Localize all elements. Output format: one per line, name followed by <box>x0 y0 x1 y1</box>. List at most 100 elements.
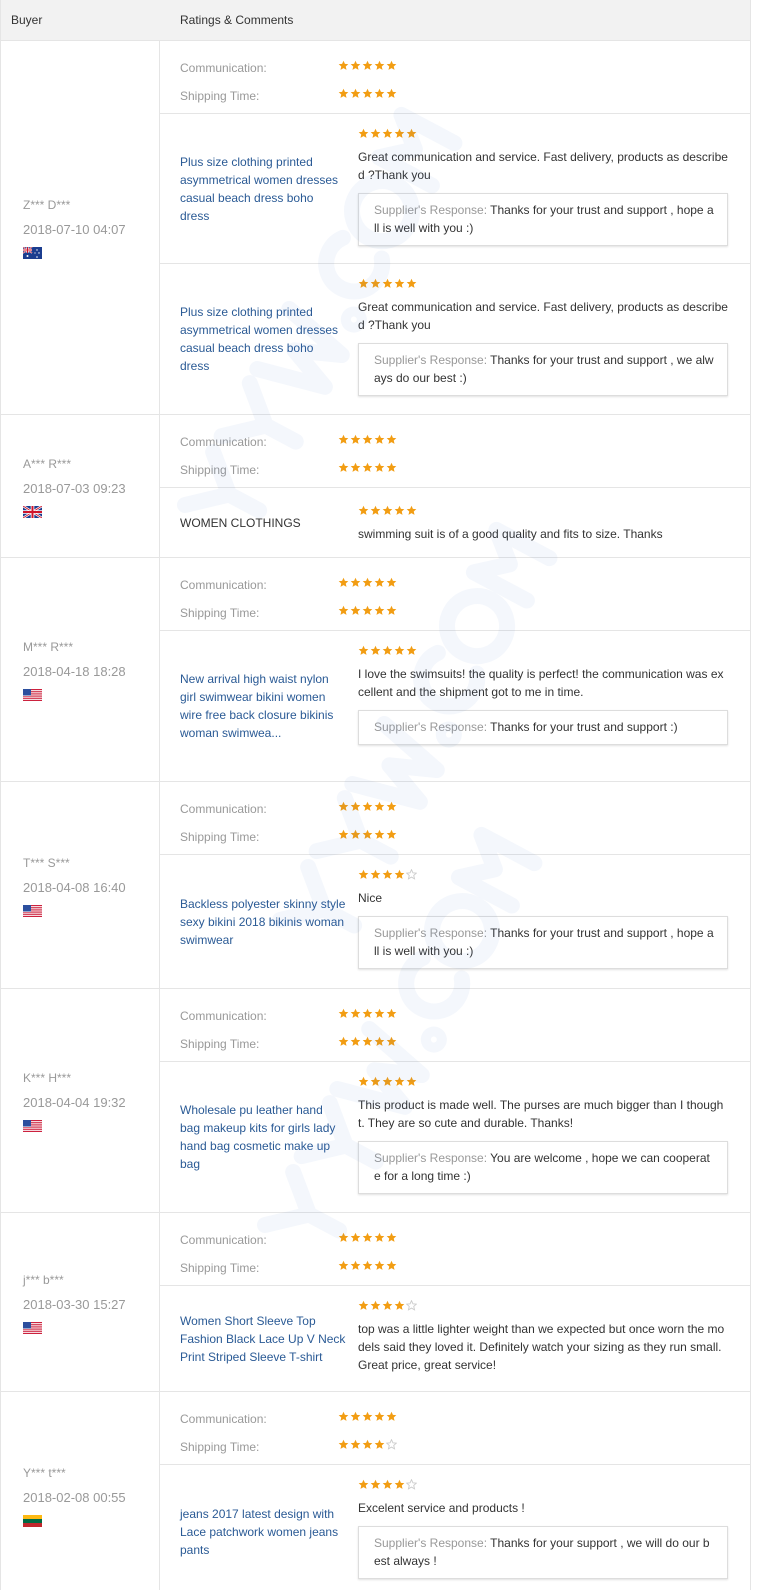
seller-ratings: Communication: Shipping Time: <box>160 415 750 488</box>
star-rating <box>338 1008 397 1022</box>
communication-rating-label: Communication: <box>180 578 267 592</box>
product-cell: Plus size clothing printed asymmetrical … <box>160 264 358 414</box>
communication-rating-label: Communication: <box>180 1009 267 1023</box>
shipping-time-rating: Shipping Time: <box>160 1030 750 1058</box>
star-filled-icon <box>362 1036 373 1046</box>
star-filled-icon <box>370 128 381 138</box>
product-review: jeans 2017 latest design with Lace patch… <box>160 1465 750 1590</box>
star-filled-icon <box>338 577 349 587</box>
shipping-time-rating: Shipping Time: <box>160 823 750 851</box>
seller-ratings: Communication: Shipping Time: <box>160 989 750 1062</box>
communication-rating-label: Communication: <box>180 61 267 75</box>
star-filled-icon <box>374 1260 385 1270</box>
star-filled-icon <box>350 801 361 811</box>
product-link[interactable]: New arrival high waist nylon girl swimwe… <box>180 670 346 742</box>
seller-ratings: Communication: Shipping Time: <box>160 782 750 855</box>
star-filled-icon <box>350 462 361 472</box>
star-rating <box>338 1232 397 1246</box>
product-review: Plus size clothing printed asymmetrical … <box>160 114 750 264</box>
star-filled-icon <box>358 1076 369 1086</box>
star-filled-icon <box>370 645 381 655</box>
star-empty-icon <box>386 1439 397 1450</box>
product-link[interactable]: Wholesale pu leather hand bag makeup kit… <box>180 1101 346 1173</box>
star-filled-icon <box>374 88 385 98</box>
star-filled-icon <box>338 1411 349 1421</box>
product-cell: WOMEN CLOTHINGS <box>160 488 358 557</box>
star-filled-icon <box>386 462 397 472</box>
star-filled-icon <box>382 1479 393 1489</box>
product-link[interactable]: jeans 2017 latest design with Lace patch… <box>180 1505 346 1559</box>
product-review: WOMEN CLOTHINGS swimming suit is of a goo… <box>160 488 750 557</box>
feedback-entry: Z*** D*** 2018-07-10 04:07 Communication: S… <box>1 41 750 415</box>
star-filled-icon <box>386 829 397 839</box>
star-filled-icon <box>350 577 361 587</box>
star-rating <box>338 801 397 815</box>
feedback-entry: Y*** t*** 2018-02-08 00:55 Communication: S… <box>1 1392 750 1590</box>
supplier-response: Supplier's Response: Thanks for your tru… <box>358 193 728 246</box>
star-filled-icon <box>374 1008 385 1018</box>
star-filled-icon <box>370 278 381 288</box>
star-rating <box>358 869 728 883</box>
feedback-date: 2018-07-03 09:23 <box>23 480 126 496</box>
communication-rating-label: Communication: <box>180 1412 267 1426</box>
star-filled-icon <box>338 462 349 472</box>
star-filled-icon <box>394 1479 405 1489</box>
communication-rating: Communication: <box>160 1002 750 1030</box>
ratings-cell: Communication: Shipping Time: New arrival … <box>160 558 750 781</box>
star-filled-icon <box>350 1260 361 1270</box>
supplier-response: Supplier's Response: Thanks for your tru… <box>358 343 728 396</box>
buyer-name: A*** R*** <box>23 456 72 471</box>
usa-flag-icon <box>23 1321 42 1334</box>
product-link[interactable]: Plus size clothing printed asymmetrical … <box>180 303 346 375</box>
product-link[interactable]: Backless polyester skinny style sexy bik… <box>180 895 346 949</box>
buyer-name: K*** H*** <box>23 1071 72 1085</box>
star-filled-icon <box>394 278 405 288</box>
supplier-response-label: Supplier's Response: <box>374 1151 488 1165</box>
buyer-cell: Y*** t*** 2018-02-08 00:55 <box>1 1392 160 1590</box>
star-rating <box>358 278 728 292</box>
star-filled-icon <box>358 1479 369 1489</box>
star-filled-icon <box>374 1439 385 1449</box>
shipping-time-rating: Shipping Time: <box>160 1433 750 1461</box>
star-filled-icon <box>382 128 393 138</box>
star-filled-icon <box>338 88 349 98</box>
star-filled-icon <box>370 869 381 879</box>
ratings-cell: Communication: Shipping Time: Women Short … <box>160 1213 750 1391</box>
ratings-column-header: Ratings & Comments <box>180 13 294 27</box>
star-rating <box>338 60 397 74</box>
star-filled-icon <box>338 1439 349 1449</box>
star-filled-icon <box>386 1232 397 1242</box>
product-link[interactable]: Plus size clothing printed asymmetrical … <box>180 153 346 225</box>
buyer-column-header: Buyer <box>11 13 43 27</box>
product-link[interactable]: Women Short Sleeve Top Fashion Black Lac… <box>180 1312 346 1366</box>
star-filled-icon <box>386 1036 397 1046</box>
star-filled-icon <box>394 128 405 138</box>
star-filled-icon <box>386 577 397 587</box>
product-cell: jeans 2017 latest design with Lace patch… <box>160 1465 358 1590</box>
star-rating <box>338 1260 397 1274</box>
star-filled-icon <box>338 60 349 70</box>
star-filled-icon <box>362 801 373 811</box>
star-rating <box>338 88 397 102</box>
supplier-response-label: Supplier's Response: <box>374 720 488 734</box>
table-header: Buyer Ratings & Comments <box>1 0 750 41</box>
star-filled-icon <box>338 1008 349 1018</box>
feedback-entry: A*** R*** 2018-07-03 09:23 Communication: S… <box>1 415 750 558</box>
star-rating <box>358 1076 728 1090</box>
supplier-response-label: Supplier's Response: <box>374 353 488 367</box>
buyer-name: Z*** D*** <box>23 198 71 212</box>
shipping-time-rating: Shipping Time: <box>160 82 750 110</box>
star-filled-icon <box>362 434 373 444</box>
star-filled-icon <box>374 434 385 444</box>
feedback-date: 2018-04-08 16:40 <box>23 879 126 895</box>
product-review: Wholesale pu leather hand bag makeup kit… <box>160 1062 750 1212</box>
buyer-cell: Z*** D*** 2018-07-10 04:07 <box>1 41 160 414</box>
feedback-date: 2018-04-18 18:28 <box>23 664 126 679</box>
star-rating <box>358 1479 728 1493</box>
buyer-cell: M*** R*** 2018-04-18 18:28 <box>1 558 160 781</box>
star-filled-icon <box>338 1232 349 1242</box>
star-filled-icon <box>350 1439 361 1449</box>
star-filled-icon <box>374 1036 385 1046</box>
comment-cell: Excelent service and products ! Supplier'… <box>358 1465 750 1590</box>
star-rating <box>358 505 728 519</box>
